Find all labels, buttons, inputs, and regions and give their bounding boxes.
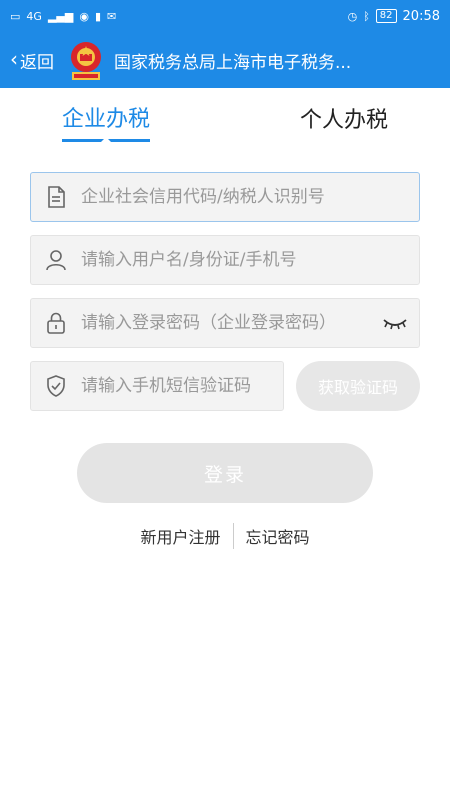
get-code-button[interactable]: 获取验证码 <box>296 361 420 411</box>
back-button[interactable]: ‹ 返回 <box>10 47 54 73</box>
tab-personal[interactable]: 个人办税 <box>300 102 388 140</box>
lock-icon <box>47 312 65 334</box>
register-link[interactable]: 新用户注册 <box>140 524 220 548</box>
signal-text: 4G <box>26 9 42 23</box>
password-input[interactable]: 请输入登录密码（企业登录密码） <box>81 311 373 335</box>
login-form: 请输入登录密码（企业登录密码） 请输入手机短信验证码 获取验证码 登录 新用户注… <box>0 154 450 549</box>
username-field <box>30 235 420 285</box>
tab-enterprise[interactable]: 企业办税 <box>62 101 151 142</box>
sms-code-input[interactable]: 请输入手机短信验证码 <box>81 374 273 398</box>
chevron-left-icon: ‹ <box>10 47 18 71</box>
page-title: 国家税务总局上海市电子税务... <box>114 52 352 73</box>
sms-field: 请输入手机短信验证码 <box>30 361 284 411</box>
password-field: 请输入登录密码（企业登录密码） <box>30 298 420 348</box>
user-icon <box>46 250 66 271</box>
alert-icon: ▮ <box>94 9 101 23</box>
eye-status-icon: ◉ <box>79 9 89 23</box>
login-button[interactable]: 登录 <box>77 443 373 503</box>
eye-closed-icon[interactable] <box>381 313 409 333</box>
link-divider <box>232 523 234 549</box>
status-right: ◷ ᛒ 82 20:58 <box>348 9 440 24</box>
bluetooth-icon: ᛒ <box>363 9 370 23</box>
tab-bar: 企业办税 个人办税 <box>0 88 450 154</box>
status-bar: ▭ 4G ▂▄▆ ◉ ▮ ✉ ◷ ᛒ 82 20:58 <box>0 0 450 32</box>
signal-icon: ▂▄▆ <box>47 9 74 23</box>
forgot-password-link[interactable]: 忘记密码 <box>246 524 310 548</box>
credit-code-input[interactable] <box>81 187 409 207</box>
clock: 20:58 <box>402 8 440 24</box>
status-left: ▭ 4G ▂▄▆ ◉ ▮ ✉ <box>10 11 116 22</box>
battery-icon: 82 <box>375 9 397 23</box>
credit-code-field <box>30 172 420 222</box>
back-label: 返回 <box>20 52 54 73</box>
alarm-icon: ◷ <box>347 9 358 23</box>
hd-icon: ▭ <box>10 9 21 23</box>
mail-icon: ✉ <box>107 9 117 23</box>
footer-links: 新用户注册 忘记密码 <box>30 523 420 549</box>
tax-emblem-icon <box>71 42 101 80</box>
nav-bar: ‹ 返回 国家税务总局上海市电子税务... <box>0 32 450 88</box>
shield-check-icon <box>47 375 65 397</box>
username-input[interactable] <box>81 250 409 270</box>
document-icon <box>48 186 65 208</box>
sms-row: 请输入手机短信验证码 获取验证码 <box>30 361 420 411</box>
